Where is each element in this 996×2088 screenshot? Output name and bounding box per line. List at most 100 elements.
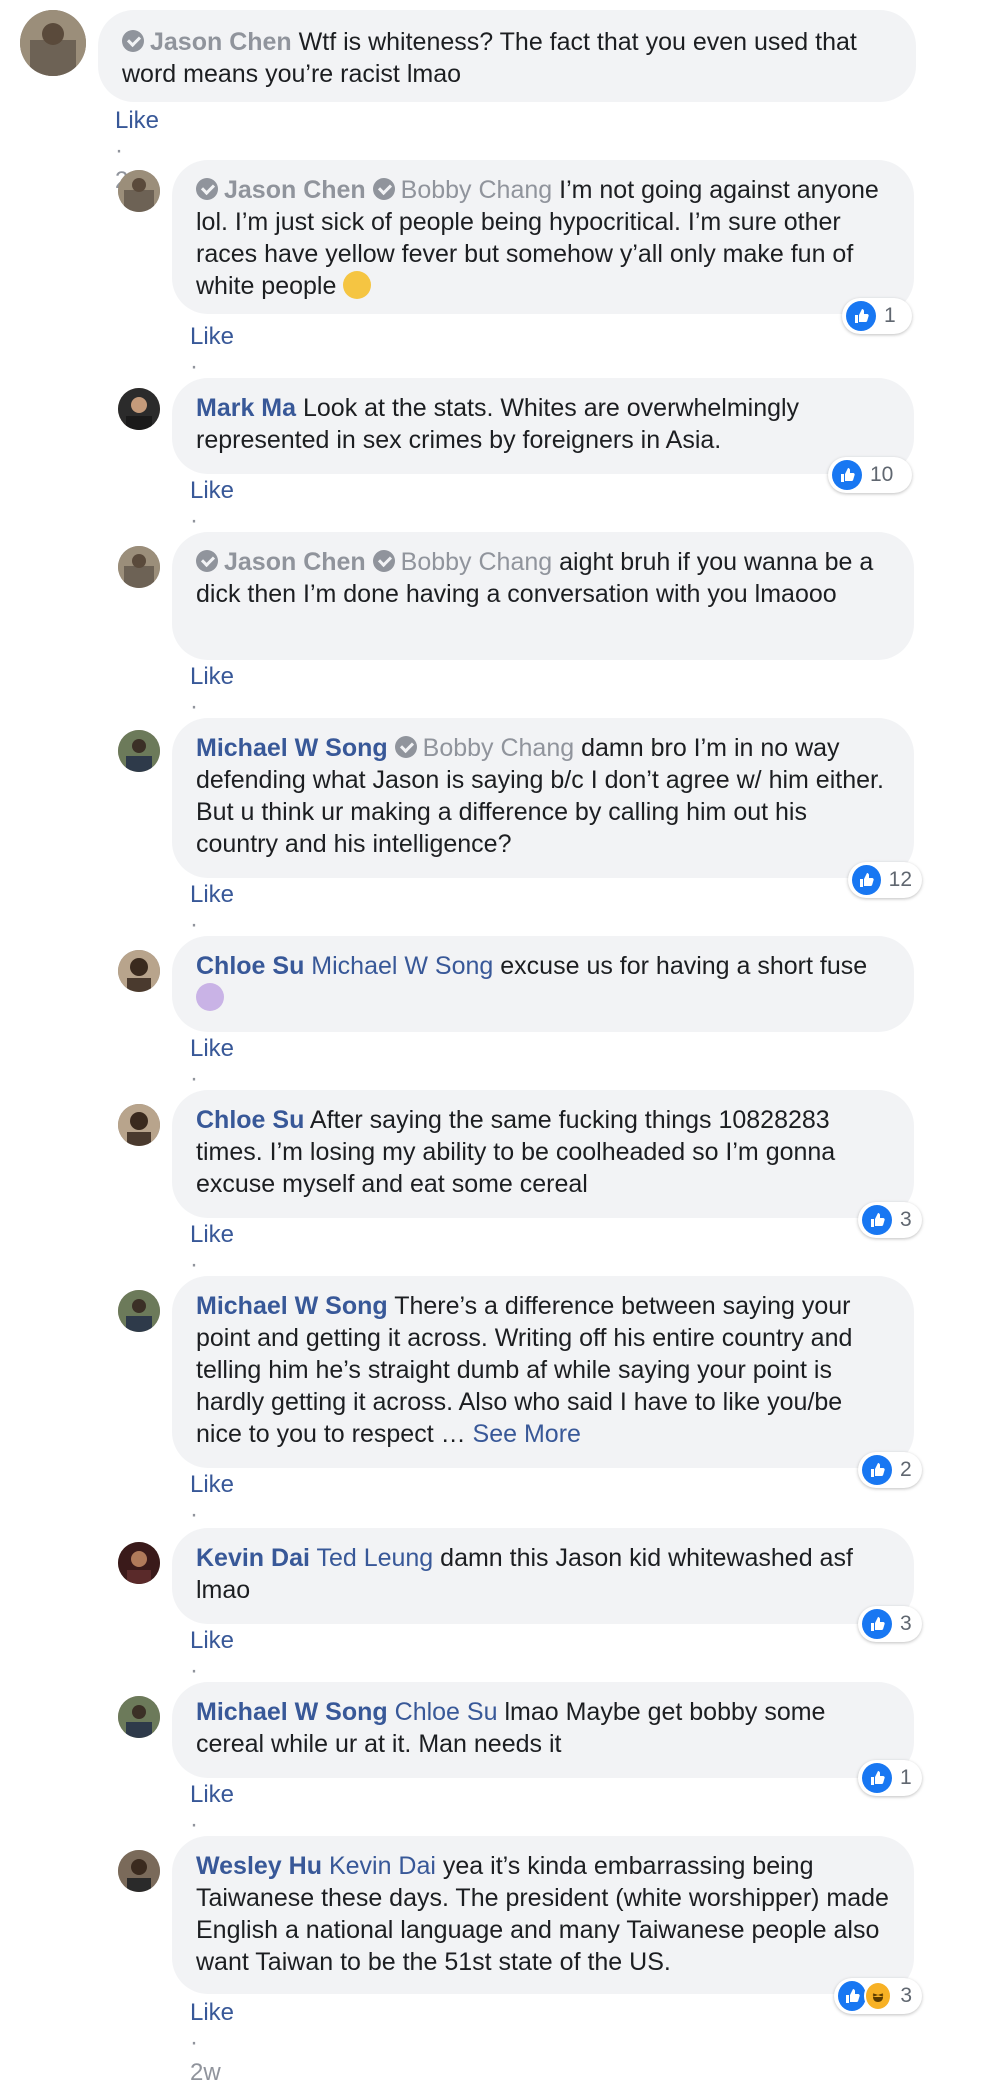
comment-author[interactable]: Jason Chen <box>224 176 366 204</box>
comment-time[interactable]: 2w <box>190 2059 221 2086</box>
reaction-summary[interactable]: 3 <box>834 1978 922 2014</box>
reaction-summary[interactable]: 3 <box>858 1606 922 1642</box>
tagged-user[interactable]: Bobby Chang <box>401 548 553 576</box>
avatar[interactable] <box>118 730 160 772</box>
reaction-summary[interactable]: 1 <box>842 298 912 334</box>
like-link[interactable]: Like <box>115 107 159 134</box>
meta-separator: · <box>190 1065 198 1092</box>
comment-bubble: Jason Chen Bobby Chang aight bruh if you… <box>172 532 914 660</box>
like-link[interactable]: Like <box>190 1221 234 1248</box>
avatar[interactable] <box>118 1104 160 1146</box>
reaction-count: 10 <box>870 463 894 486</box>
comment-bubble: Chloe Su After saying the same fucking t… <box>172 1090 914 1218</box>
meta-separator: · <box>190 911 198 938</box>
comment-author[interactable]: Michael W Song <box>196 734 388 762</box>
thumbs-up-icon <box>852 865 881 895</box>
comment-author[interactable]: Michael W Song <box>196 1292 388 1320</box>
avatar[interactable] <box>118 1696 160 1738</box>
like-link[interactable]: Like <box>190 1471 234 1498</box>
reaction-summary[interactable]: 12 <box>848 862 922 898</box>
reaction-count: 2 <box>900 1458 912 1481</box>
reaction-count: 12 <box>888 868 912 891</box>
reaction-summary[interactable]: 3 <box>858 1202 922 1238</box>
thumbs-up-icon <box>846 301 876 331</box>
comment-author[interactable]: Jason Chen <box>150 28 292 56</box>
verified-icon <box>372 178 395 200</box>
verified-icon <box>394 736 417 758</box>
tagged-user[interactable]: Bobby Chang <box>423 734 575 762</box>
verified-icon <box>196 550 218 572</box>
comment-thread: Jason Chen Wtf is whiteness? The fact th… <box>0 0 996 2086</box>
thumbs-up-icon <box>838 1981 867 2011</box>
reaction-count: 3 <box>900 1984 912 2007</box>
like-link[interactable]: Like <box>190 1999 234 2026</box>
thumbs-up-icon <box>832 460 862 490</box>
avatar[interactable] <box>118 1850 160 1892</box>
thumbs-up-icon <box>862 1455 892 1485</box>
haha-emoji-icon <box>864 1981 893 2011</box>
avatar[interactable] <box>118 170 160 212</box>
comment-meta: Like · 2w <box>190 1998 234 2088</box>
like-link[interactable]: Like <box>190 663 234 690</box>
comment-author[interactable]: Chloe Su <box>196 1106 304 1134</box>
see-more-link[interactable]: See More <box>473 1420 581 1448</box>
meta-separator: · <box>115 137 123 164</box>
verified-icon <box>196 178 218 200</box>
like-link[interactable]: Like <box>190 881 234 908</box>
meta-separator: · <box>190 1657 198 1684</box>
tagged-user[interactable]: Bobby Chang <box>401 176 553 204</box>
comment-author[interactable]: Mark Ma <box>196 394 296 422</box>
comment-bubble: Michael W Song Bobby Chang damn bro I’m … <box>172 718 914 878</box>
comment-author[interactable]: Wesley Hu <box>196 1852 322 1880</box>
tagged-user[interactable]: Kevin Dai <box>329 1852 436 1880</box>
comment-bubble: Jason Chen Bobby Chang I’m not going aga… <box>172 160 914 314</box>
reaction-count: 1 <box>900 1766 912 1789</box>
reaction-count: 1 <box>884 304 896 327</box>
woman-emoji-icon <box>196 983 224 1011</box>
avatar[interactable] <box>20 10 86 76</box>
reaction-summary[interactable]: 1 <box>858 1760 922 1796</box>
reaction-count: 3 <box>900 1208 912 1231</box>
like-link[interactable]: Like <box>190 1035 234 1062</box>
tagged-user[interactable]: Chloe Su <box>395 1698 498 1726</box>
tagged-user[interactable]: Ted Leung <box>316 1544 433 1572</box>
comment-author[interactable]: Jason Chen <box>224 548 366 576</box>
comment-bubble: Michael W Song Chloe Su lmao Maybe get b… <box>172 1682 914 1778</box>
avatar[interactable] <box>118 950 160 992</box>
verified-icon <box>372 550 395 572</box>
meta-separator: · <box>190 2029 198 2056</box>
thumbs-up-icon <box>862 1763 892 1793</box>
avatar[interactable] <box>118 388 160 430</box>
like-link[interactable]: Like <box>190 477 234 504</box>
comment-author[interactable]: Kevin Dai <box>196 1544 310 1572</box>
reaction-summary[interactable]: 10 <box>828 457 912 493</box>
avatar[interactable] <box>118 546 160 588</box>
meta-separator: · <box>190 693 198 720</box>
meta-separator: · <box>190 507 198 534</box>
comment-bubble: Wesley Hu Kevin Dai yea it’s kinda embar… <box>172 1836 914 1994</box>
meta-separator: · <box>190 1501 198 1528</box>
comment-text: excuse us for having a short fuse <box>500 952 868 980</box>
comment-bubble: Michael W Song There’s a difference betw… <box>172 1276 914 1468</box>
avatar[interactable] <box>118 1290 160 1332</box>
thumbs-up-icon <box>862 1205 892 1235</box>
avatar[interactable] <box>118 1542 160 1584</box>
comment-bubble: Kevin Dai Ted Leung damn this Jason kid … <box>172 1528 914 1624</box>
comment-bubble: Mark Ma Look at the stats. Whites are ov… <box>172 378 914 474</box>
like-link[interactable]: Like <box>190 323 234 350</box>
tagged-user[interactable]: Michael W Song <box>311 952 493 980</box>
meta-separator: · <box>190 353 198 380</box>
meta-separator: · <box>190 1811 198 1838</box>
meta-separator: · <box>190 1251 198 1278</box>
raised-eyebrow-emoji-icon <box>343 271 372 299</box>
verified-icon <box>122 30 144 52</box>
comment-author[interactable]: Michael W Song <box>196 1698 388 1726</box>
like-link[interactable]: Like <box>190 1781 234 1808</box>
comment-bubble: Chloe Su Michael W Song excuse us for ha… <box>172 936 914 1032</box>
comment-bubble: Jason Chen Wtf is whiteness? The fact th… <box>98 10 916 102</box>
thumbs-up-icon <box>862 1609 892 1639</box>
comment-author[interactable]: Chloe Su <box>196 952 304 980</box>
reaction-count: 3 <box>900 1612 912 1635</box>
reaction-summary[interactable]: 2 <box>858 1452 922 1488</box>
like-link[interactable]: Like <box>190 1627 234 1654</box>
